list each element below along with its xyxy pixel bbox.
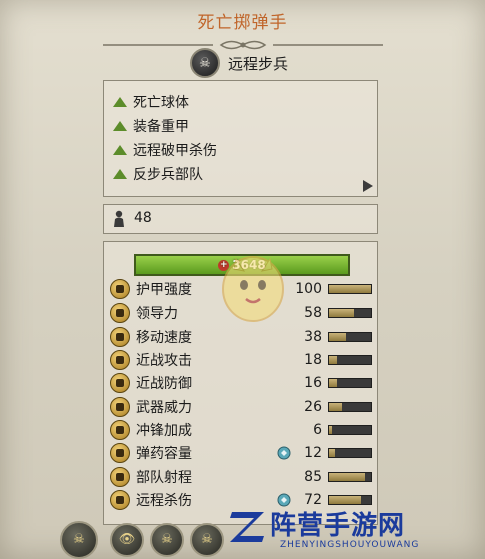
stat-label: 近战防御 bbox=[136, 376, 192, 392]
stat-bar bbox=[328, 448, 372, 458]
stat-label: 冲锋加成 bbox=[136, 423, 192, 439]
melee-attack-icon bbox=[110, 350, 130, 370]
armor-icon bbox=[110, 279, 130, 299]
stat-modifier-slot bbox=[276, 375, 292, 391]
charge-bonus-icon bbox=[110, 420, 130, 440]
stat-modifier-slot bbox=[276, 469, 292, 485]
stat-value: 100 bbox=[295, 281, 322, 297]
ability-item[interactable]: 装备重甲 bbox=[113, 115, 189, 137]
stat-bar bbox=[328, 472, 372, 482]
unit-card-panel: 死亡掷弹手 ☠ 远程步兵 死亡球体 装备重甲 远程破甲杀伤 反步兵部队 48 +… bbox=[0, 0, 485, 559]
stat-row[interactable]: 近战攻击 18 bbox=[110, 349, 372, 371]
weapon-strength-icon bbox=[110, 397, 130, 417]
missile-damage-icon bbox=[110, 490, 130, 510]
stat-modifier-slot bbox=[276, 399, 292, 415]
ability-label: 反步兵部队 bbox=[133, 167, 203, 183]
stat-bar-fill bbox=[329, 333, 346, 341]
ability-item[interactable]: 死亡球体 bbox=[113, 91, 189, 113]
stat-bar-fill bbox=[329, 473, 365, 481]
stat-bar-fill bbox=[329, 403, 342, 411]
stat-label: 移动速度 bbox=[136, 330, 192, 346]
watermark-subtext: ZHENYINGSHOUYOUWANG bbox=[280, 540, 420, 550]
ability-item[interactable]: 反步兵部队 bbox=[113, 163, 203, 185]
stat-row[interactable]: 弹药容量 12 bbox=[110, 442, 372, 464]
stat-bar bbox=[328, 425, 372, 435]
abilities-box: 死亡球体 装备重甲 远程破甲杀伤 反步兵部队 bbox=[103, 80, 378, 197]
ability-triangle-icon bbox=[113, 97, 127, 107]
stat-bar bbox=[328, 332, 372, 342]
stat-bar bbox=[328, 355, 372, 365]
ability-triangle-icon bbox=[113, 169, 127, 179]
stat-bar-fill bbox=[329, 285, 371, 293]
site-watermark: 阵营手游网 ZHENYINGSHOUYOUWANG bbox=[228, 500, 485, 559]
unit-count-box: 48 bbox=[103, 204, 378, 234]
expand-arrow-icon[interactable] bbox=[363, 180, 373, 192]
stat-value: 85 bbox=[304, 469, 322, 485]
stat-row[interactable]: 近战防御 16 bbox=[110, 372, 372, 394]
skull-ability-icon-2[interactable]: ☠ bbox=[190, 522, 224, 557]
soldier-icon bbox=[114, 210, 124, 227]
stat-bar bbox=[328, 402, 372, 412]
stat-bar bbox=[328, 308, 372, 318]
stat-bar bbox=[328, 378, 372, 388]
stat-modifier-slot bbox=[276, 352, 292, 368]
stat-bar bbox=[328, 284, 372, 294]
ability-triangle-icon bbox=[113, 121, 127, 131]
stat-value: 38 bbox=[304, 329, 322, 345]
stat-label: 近战攻击 bbox=[136, 353, 192, 369]
ability-item[interactable]: 远程破甲杀伤 bbox=[113, 139, 217, 161]
melee-defense-icon bbox=[110, 373, 130, 393]
stat-row[interactable]: 冲锋加成 6 bbox=[110, 419, 372, 441]
stat-value: 16 bbox=[304, 375, 322, 391]
ability-triangle-icon bbox=[113, 145, 127, 155]
watermark-text: 阵营手游网 bbox=[270, 511, 406, 541]
stat-value: 58 bbox=[304, 305, 322, 321]
stat-modifier-slot bbox=[276, 422, 292, 438]
stat-bar-fill bbox=[329, 449, 335, 457]
skull-icon: ☠ bbox=[190, 48, 220, 78]
unit-type-row: ☠ 远程步兵 bbox=[190, 48, 289, 78]
unit-type-label: 远程步兵 bbox=[228, 54, 289, 73]
stat-label: 武器威力 bbox=[136, 400, 192, 416]
stat-bar-fill bbox=[329, 356, 337, 364]
unit-count-value: 48 bbox=[134, 210, 152, 226]
unit-name-title: 死亡掷弹手 bbox=[197, 13, 288, 33]
bonus-icon bbox=[276, 445, 292, 461]
ammo-icon bbox=[110, 443, 130, 463]
faction-icon[interactable]: ☠ bbox=[60, 520, 98, 559]
stat-value: 18 bbox=[304, 352, 322, 368]
ability-label: 装备重甲 bbox=[133, 119, 189, 135]
stat-value: 26 bbox=[304, 399, 322, 415]
stat-value: 6 bbox=[313, 422, 322, 438]
stat-row[interactable]: 移动速度 38 bbox=[110, 326, 372, 348]
bottom-ability-bar: ☠ 👁 ☠ ☠ bbox=[60, 520, 230, 559]
stat-bar-fill bbox=[329, 426, 332, 434]
skull-ability-icon[interactable]: ☠ bbox=[150, 522, 184, 557]
stat-label: 部队射程 bbox=[136, 470, 192, 486]
ability-label: 死亡球体 bbox=[133, 95, 189, 111]
stat-row[interactable]: 部队射程 85 bbox=[110, 466, 372, 488]
stat-modifier-slot bbox=[276, 329, 292, 345]
stat-bar-fill bbox=[329, 379, 337, 387]
stat-value: 12 bbox=[304, 445, 322, 461]
watermark-logo-icon bbox=[230, 512, 264, 542]
ability-label: 远程破甲杀伤 bbox=[133, 143, 217, 159]
speed-icon bbox=[110, 327, 130, 347]
range-icon bbox=[110, 467, 130, 487]
stat-label: 弹药容量 bbox=[136, 446, 192, 462]
stat-row[interactable]: 武器威力 26 bbox=[110, 396, 372, 418]
mascot-watermark-icon bbox=[222, 256, 284, 322]
leadership-icon bbox=[110, 303, 130, 323]
stat-bar-fill bbox=[329, 309, 354, 317]
eye-icon[interactable]: 👁 bbox=[110, 522, 144, 557]
